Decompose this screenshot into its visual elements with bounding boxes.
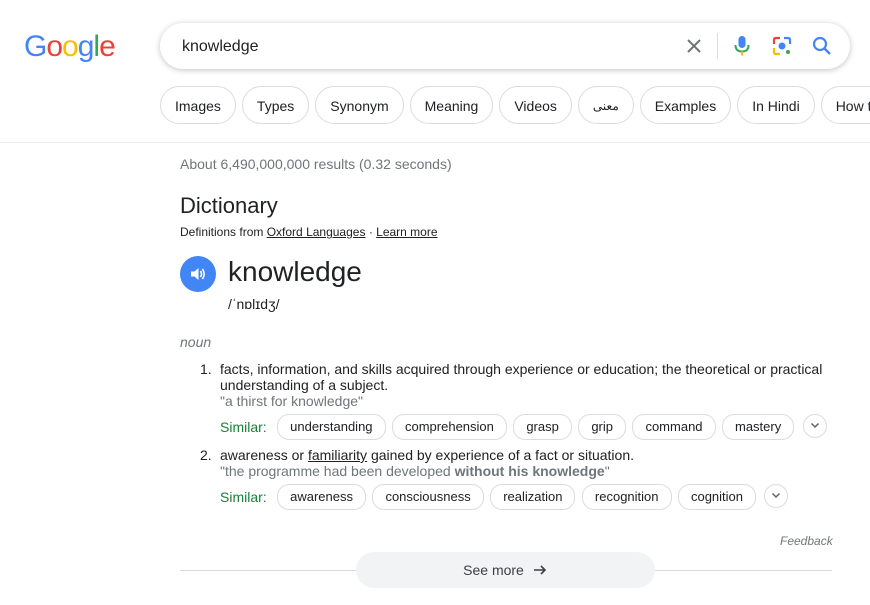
chip-how-to[interactable]: How to (820, 86, 870, 124)
definition-body: awareness or familiarity gained by exper… (220, 447, 840, 479)
chip-images[interactable]: Images (160, 86, 236, 124)
headword: knowledge (228, 256, 362, 287)
phonetic: /ˈnɒlɪdʒ/ (228, 296, 280, 312)
definition-text: facts, information, and skills acquired … (220, 361, 823, 393)
chevron-down-icon (810, 422, 819, 429)
synonym-chip[interactable]: cognition (677, 484, 757, 510)
definition-number: 1. (200, 361, 212, 377)
dictionary-title: Dictionary (180, 193, 278, 218)
example-part: " (604, 463, 610, 479)
learn-more-link[interactable]: Learn more (376, 225, 437, 239)
expand-synonyms-button[interactable] (802, 414, 827, 438)
synonym-chip[interactable]: mastery (721, 414, 795, 440)
search-chips: Images Types Synonym Meaning Videos معنی Examp… (160, 86, 870, 126)
source-prefix: Definitions from (180, 225, 264, 239)
see-more-button[interactable]: See more (356, 552, 655, 588)
similar-row: Similar: awareness consciousness realiza… (220, 484, 789, 510)
google-logo[interactable]: Google (24, 30, 116, 64)
close-icon[interactable] (682, 34, 706, 58)
lens-icon[interactable] (770, 34, 794, 58)
synonym-chip[interactable]: grip (578, 414, 626, 440)
header-divider (0, 142, 870, 143)
speaker-icon (191, 268, 205, 280)
definition-text-part: gained by experience of a fact or situat… (367, 447, 635, 463)
similar-label: Similar: (220, 489, 267, 505)
search-box (160, 23, 850, 71)
example-part: "the programme had been developed (220, 463, 455, 479)
similar-label: Similar: (220, 419, 267, 435)
search-divider (717, 33, 718, 59)
chip-urdu-meaning[interactable]: معنی (577, 86, 634, 124)
synonym-chip[interactable]: command (632, 414, 716, 440)
definition-body: facts, information, and skills acquired … (220, 361, 840, 409)
definition-text-part: awareness or (220, 447, 308, 463)
feedback-link[interactable]: Feedback (780, 534, 833, 548)
definition-text: awareness or familiarity gained by exper… (220, 447, 840, 463)
example-bold: without his knowledge (454, 463, 605, 479)
part-of-speech: noun (180, 334, 212, 350)
synonym-chip[interactable]: recognition (581, 484, 672, 510)
definition-number: 2. (200, 447, 212, 463)
logo-letter: g (77, 30, 95, 63)
dictionary-source: Definitions from Oxford Languages · Lear… (180, 225, 438, 239)
synonym-chip[interactable]: comprehension (391, 414, 507, 440)
search-icon[interactable] (810, 34, 834, 58)
expand-synonyms-button[interactable] (764, 484, 789, 508)
chip-meaning[interactable]: Meaning (409, 86, 494, 124)
mic-icon[interactable] (730, 34, 754, 58)
chip-types[interactable]: Types (241, 86, 310, 124)
arrow-right-icon (533, 565, 546, 575)
chip-synonym[interactable]: Synonym (315, 86, 404, 124)
synonym-chip[interactable]: consciousness (372, 484, 484, 510)
oxford-languages-link[interactable]: Oxford Languages (267, 225, 366, 239)
source-separator: · (368, 225, 373, 239)
logo-letter: e (99, 30, 116, 63)
pronunciation-button[interactable] (180, 256, 216, 292)
synonym-chip[interactable]: grasp (513, 414, 572, 440)
result-stats: About 6,490,000,000 results (0.32 second… (180, 156, 452, 172)
synonym-chip[interactable]: realization (490, 484, 576, 510)
chip-videos[interactable]: Videos (499, 86, 572, 124)
chevron-down-icon (772, 492, 781, 499)
synonym-chip[interactable]: awareness (277, 484, 366, 510)
definition-example: "the programme had been developed withou… (220, 463, 840, 479)
logo-letter: G (24, 30, 47, 63)
chip-examples[interactable]: Examples (639, 86, 732, 124)
search-input[interactable] (180, 23, 664, 71)
similar-row: Similar: understanding comprehension gra… (220, 414, 827, 440)
familiarity-link[interactable]: familiarity (308, 447, 367, 463)
chip-in-hindi[interactable]: In Hindi (737, 86, 815, 124)
logo-letter: o (46, 30, 63, 63)
definition-example: "a thirst for knowledge" (220, 393, 364, 409)
logo-letter: o (62, 30, 79, 63)
see-more-label: See more (463, 562, 524, 578)
synonym-chip[interactable]: understanding (277, 414, 386, 440)
